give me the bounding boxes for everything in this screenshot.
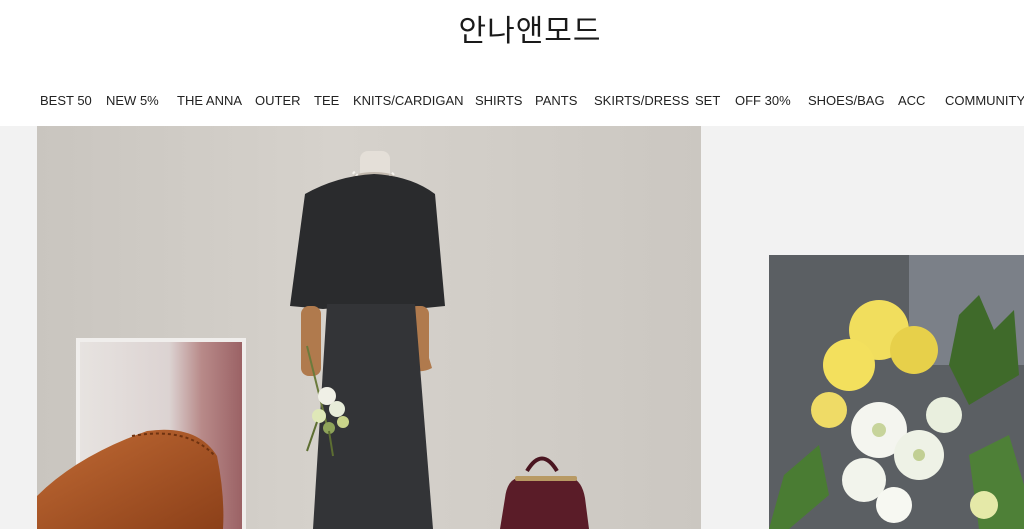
main-nav: BEST 50 NEW 5% THE ANNA OUTER TEE KNITS/… <box>0 93 1024 111</box>
nav-item-knits-cardigan[interactable]: KNITS/CARDIGAN <box>353 93 464 108</box>
nav-item-pants[interactable]: PANTS <box>535 93 577 108</box>
nav-item-the-anna[interactable]: THE ANNA <box>177 93 242 108</box>
nav-item-best50[interactable]: BEST 50 <box>40 93 92 108</box>
brand-logo[interactable]: 안나앤모드 <box>0 6 1024 50</box>
hero-banner-image[interactable] <box>37 126 701 529</box>
nav-item-new5[interactable]: NEW 5% <box>106 93 159 108</box>
nav-item-outer[interactable]: OUTER <box>255 93 301 108</box>
site-header: 안나앤모드 BEST 50 NEW 5% THE ANNA OUTER TEE … <box>0 0 1024 126</box>
nav-item-tee[interactable]: TEE <box>314 93 339 108</box>
nav-item-shirts[interactable]: SHIRTS <box>475 93 522 108</box>
side-banner-image[interactable] <box>769 255 1024 529</box>
nav-item-skirts-dress[interactable]: SKIRTS/DRESS <box>594 93 689 108</box>
hero-illustration <box>37 126 701 529</box>
flowers-illustration <box>769 255 1024 529</box>
nav-item-shoes-bag[interactable]: SHOES/BAG <box>808 93 885 108</box>
nav-item-set[interactable]: SET <box>695 93 720 108</box>
nav-item-acc[interactable]: ACC <box>898 93 925 108</box>
main-content <box>0 126 1024 529</box>
nav-item-off30[interactable]: OFF 30% <box>735 93 791 108</box>
nav-item-community[interactable]: COMMUNITY <box>945 93 1024 108</box>
